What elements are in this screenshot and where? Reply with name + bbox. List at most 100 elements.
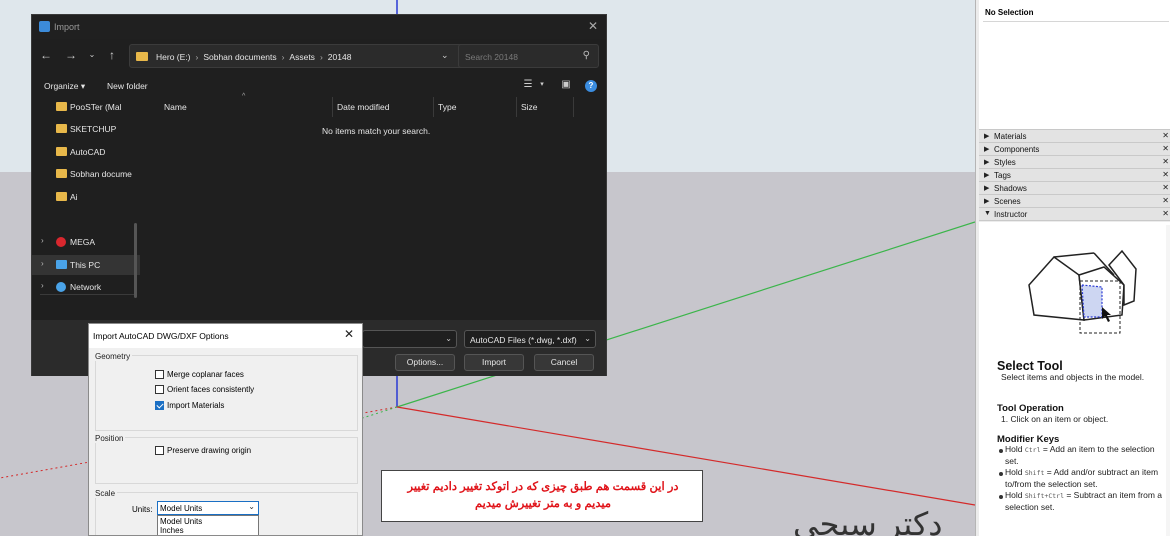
network-icon [56, 282, 66, 292]
file-name-input[interactable]: ⌄ [362, 330, 457, 348]
sidebar-item-network[interactable]: › Network [32, 277, 140, 297]
close-icon[interactable]: ✕ [1162, 157, 1169, 166]
recent-locations-chevron-icon[interactable]: ⌄ [84, 45, 100, 65]
checkbox-box[interactable] [155, 385, 164, 394]
cancel-button[interactable]: Cancel [534, 354, 594, 371]
close-icon[interactable]: ✕ [1162, 183, 1169, 192]
units-select[interactable]: Model Units ⌄ [157, 501, 259, 515]
close-icon[interactable]: ✕ [1162, 209, 1169, 218]
options-button[interactable]: Options... [395, 354, 455, 371]
instructor-description: Select items and objects in the model. [1001, 372, 1145, 382]
search-input[interactable]: Search 20148 ⚲ [458, 44, 599, 68]
sidebar-item-poster[interactable]: PooSTer (Mal [32, 97, 140, 117]
bullet [999, 495, 1003, 499]
scale-group-label: Scale [93, 489, 118, 498]
panel-components[interactable]: ▶ Components ✕ [979, 143, 1170, 156]
panel-materials[interactable]: ▶ Materials ✕ [979, 130, 1170, 143]
column-header-name[interactable]: Name [164, 102, 187, 112]
units-selected-value: Model Units [160, 504, 203, 513]
folder-icon [56, 124, 67, 133]
close-icon[interactable]: ✕ [1162, 131, 1169, 140]
checkbox-box[interactable] [155, 446, 164, 455]
chevron-right-icon[interactable]: › [41, 236, 44, 245]
close-icon[interactable]: ✕ [586, 19, 600, 33]
breadcrumb-item[interactable]: Sobhan documents [203, 52, 276, 62]
triangle-right-icon: ▶ [984, 133, 990, 140]
back-arrow-icon[interactable]: ← [38, 45, 54, 65]
preview-pane-icon[interactable]: ▣ [560, 79, 572, 91]
sidebar-item-label: Network [70, 282, 102, 292]
help-icon[interactable]: ? [585, 80, 597, 92]
chevron-down-icon[interactable]: ⌄ [441, 50, 449, 61]
autocad-import-options-dialog: Import AutoCAD DWG/DXF Options ✕ Geometr… [88, 323, 363, 536]
navigation-pane: PooSTer (Mal SKETCHUP AutoCAD Sobhan doc… [32, 95, 142, 321]
view-chevron-icon[interactable]: ▾ [536, 79, 548, 91]
breadcrumb-item[interactable]: Assets [289, 52, 315, 62]
panel-shadows[interactable]: ▶ Shadows ✕ [979, 182, 1170, 195]
sidebar-item-sobhan-documents[interactable]: Sobhan docume [32, 164, 140, 184]
column-divider[interactable] [573, 97, 574, 117]
column-header-date-modified[interactable]: Date modified [337, 102, 389, 112]
position-group-label: Position [93, 434, 126, 443]
breadcrumb-item[interactable]: 20148 [328, 52, 352, 62]
default-tray: No Selection ▶ Materials ✕ ▶ Components … [975, 0, 1170, 536]
close-icon[interactable]: ✕ [1162, 170, 1169, 179]
import-button[interactable]: Import [464, 354, 524, 371]
view-list-icon[interactable]: ☰ [522, 79, 534, 91]
sidebar-item-sketchup[interactable]: SKETCHUP [32, 119, 140, 139]
dialog-titlebar[interactable]: Import ✕ [32, 15, 606, 39]
up-arrow-icon[interactable]: ↑ [104, 45, 120, 65]
sidebar-item-mega[interactable]: › MEGA [32, 232, 140, 252]
close-icon[interactable]: ✕ [344, 327, 354, 341]
sidebar-item-ai[interactable]: Ai [32, 187, 140, 207]
sidebar-item-label: AutoCAD [70, 147, 106, 157]
panel-instructor[interactable]: ▼ Instructor ✕ [979, 208, 1170, 221]
key-label: Shift [1024, 469, 1045, 477]
close-icon[interactable]: ✕ [1162, 196, 1169, 205]
panel-tags[interactable]: ▶ Tags ✕ [979, 169, 1170, 182]
forward-arrow-icon[interactable]: → [63, 45, 79, 65]
close-icon[interactable]: ✕ [1162, 144, 1169, 153]
sidebar-item-this-pc[interactable]: › This PC [32, 255, 140, 275]
units-option-inches[interactable]: Inches [160, 526, 184, 535]
sketchup-app-icon [39, 21, 50, 32]
key-label: Ctrl [1024, 446, 1041, 454]
column-header-type[interactable]: Type [438, 102, 456, 112]
key-label: Shift+Ctrl [1024, 492, 1064, 500]
panel-styles[interactable]: ▶ Styles ✕ [979, 156, 1170, 169]
sidebar-item-autocad[interactable]: AutoCAD [32, 142, 140, 162]
chevron-down-icon[interactable]: ⌄ [248, 502, 255, 511]
import-file-dialog: Import ✕ ← → ⌄ ↑ Hero (E:) › Sobhan docume… [31, 14, 607, 376]
checkbox-label: Orient faces consistently [167, 385, 255, 394]
checkbox-box-checked[interactable] [155, 401, 164, 410]
panel-scenes[interactable]: ▶ Scenes ✕ [979, 195, 1170, 208]
chevron-down-icon[interactable]: ⌄ [445, 334, 452, 343]
column-divider[interactable] [433, 97, 434, 117]
column-header-size[interactable]: Size [521, 102, 538, 112]
sort-ascending-icon: ^ [242, 93, 246, 100]
tray-scrollbar[interactable] [1166, 225, 1170, 536]
address-bar[interactable]: Hero (E:) › Sobhan documents › Assets › 20148 … [129, 44, 481, 68]
chevron-right-icon[interactable]: › [41, 281, 44, 290]
dialog-titlebar[interactable]: Import AutoCAD DWG/DXF Options ✕ [89, 324, 362, 348]
column-divider[interactable] [516, 97, 517, 117]
file-list: Name ^ Date modified Type Size No items … [144, 93, 606, 321]
search-placeholder: Search 20148 [465, 52, 518, 62]
column-divider[interactable] [332, 97, 333, 117]
panel-label: Tags [994, 171, 1011, 180]
caption-line-1: در این قسمت هم طبق چیزی که در اتوکد تغیی… [407, 481, 679, 493]
units-option-model-units[interactable]: Model Units [160, 517, 202, 526]
chevron-down-icon[interactable]: ⌄ [584, 334, 591, 343]
computer-icon [56, 260, 67, 269]
organize-button[interactable]: Organize ▾ [44, 81, 85, 92]
panel-label: Styles [994, 158, 1016, 167]
sidebar-item-label: Sobhan docume [70, 169, 132, 179]
chevron-right-icon[interactable]: › [41, 259, 44, 268]
checkbox-box[interactable] [155, 370, 164, 379]
file-type-select[interactable]: AutoCAD Files (*.dwg, *.dxf) ⌄ [464, 330, 596, 348]
breadcrumb-item[interactable]: Hero (E:) [156, 52, 190, 62]
dialog-title: Import [54, 22, 80, 32]
sidebar-scrollbar[interactable] [134, 223, 137, 298]
checkbox-label: Preserve drawing origin [167, 446, 252, 455]
new-folder-button[interactable]: New folder [107, 81, 148, 91]
